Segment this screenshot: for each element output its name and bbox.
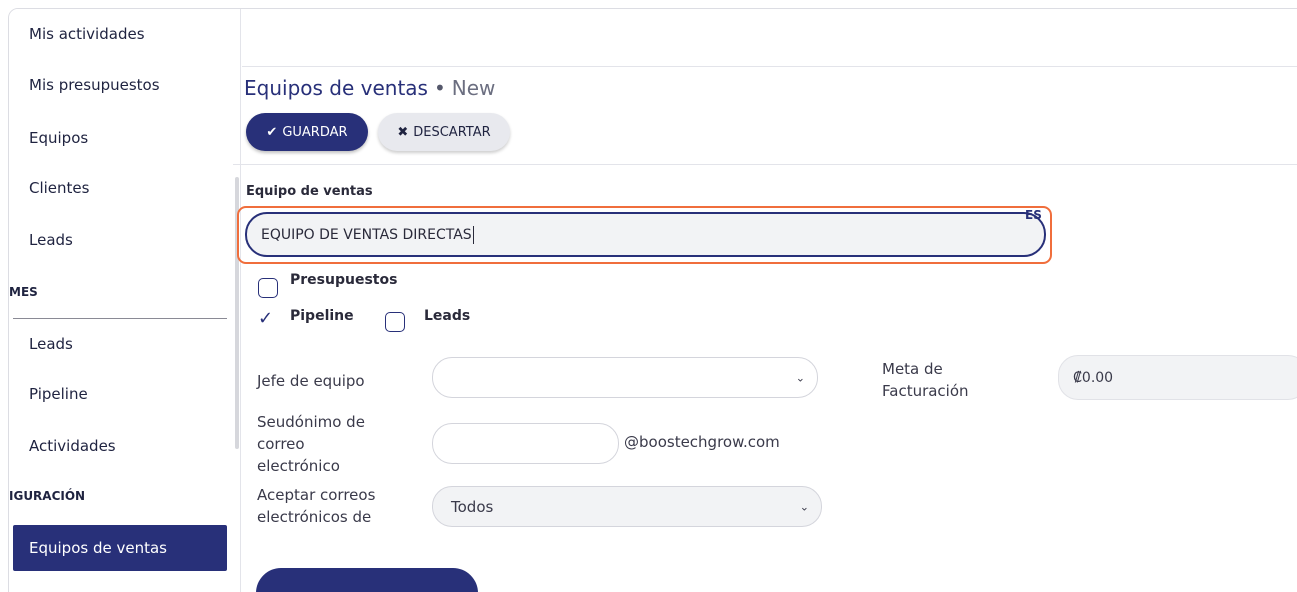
sidebar-item-actividades[interactable]: Actividades bbox=[13, 423, 227, 469]
breadcrumb-current: New bbox=[451, 76, 496, 100]
sidebar-item-leads-report[interactable]: Leads bbox=[13, 321, 227, 367]
breadcrumb: Equipos de ventas • New bbox=[244, 76, 495, 100]
sidebar-item-pipeline[interactable]: Pipeline bbox=[13, 371, 227, 417]
sidebar-item-leads[interactable]: Leads bbox=[13, 217, 227, 263]
sidebar-divider bbox=[13, 318, 227, 319]
pipeline-check-icon[interactable]: ✓ bbox=[258, 308, 273, 329]
primary-action-button[interactable] bbox=[256, 568, 478, 592]
language-tag[interactable]: ES bbox=[1025, 208, 1042, 222]
breadcrumb-separator: • bbox=[433, 76, 446, 100]
presupuestos-checkbox[interactable] bbox=[258, 278, 278, 298]
sidebar-section-configuracion: IGURACIÓN bbox=[9, 489, 86, 503]
team-name-input[interactable]: EQUIPO DE VENTAS DIRECTAS bbox=[245, 212, 1046, 257]
presupuestos-label: Presupuestos bbox=[290, 272, 398, 288]
header-divider bbox=[233, 164, 1297, 165]
team-leader-select[interactable]: ⌄ bbox=[432, 357, 818, 398]
team-leader-label: Jefe de equipo bbox=[257, 372, 365, 390]
accept-emails-label: Aceptar correos electrónicos de bbox=[257, 486, 376, 526]
email-domain-suffix: @boostechgrow.com bbox=[624, 433, 780, 451]
invoicing-target-label: Meta de Facturación bbox=[882, 360, 969, 400]
text-caret bbox=[472, 225, 474, 244]
breadcrumb-equipos-de-ventas[interactable]: Equipos de ventas bbox=[244, 76, 428, 100]
sidebar-item-equipos[interactable]: Equipos bbox=[13, 115, 227, 161]
sidebar-item-clientes[interactable]: Clientes bbox=[13, 165, 227, 211]
top-bar bbox=[242, 9, 1297, 67]
sidebar-section-informes: MES bbox=[9, 285, 38, 299]
accept-emails-select[interactable]: Todos ⌄ bbox=[432, 486, 822, 527]
chevron-down-icon: ⌄ bbox=[799, 500, 809, 513]
sidebar-item-mis-actividades[interactable]: Mis actividades bbox=[13, 11, 227, 57]
leads-checkbox[interactable] bbox=[385, 312, 405, 332]
check-icon: ✔ bbox=[266, 124, 278, 140]
chevron-down-icon: ⌄ bbox=[795, 371, 805, 384]
email-alias-input[interactable] bbox=[432, 423, 619, 464]
team-name-label: Equipo de ventas bbox=[246, 184, 373, 199]
leads-label: Leads bbox=[424, 308, 471, 324]
close-icon: ✖ bbox=[397, 124, 409, 140]
sidebar-item-equipos-de-ventas[interactable]: Equipos de ventas bbox=[13, 525, 227, 571]
discard-button[interactable]: ✖ DESCARTAR bbox=[378, 113, 510, 151]
email-alias-label: Seudónimo de correo electrónico bbox=[257, 413, 365, 475]
invoicing-target-input[interactable]: ₡0.00 bbox=[1058, 355, 1297, 400]
save-button[interactable]: ✔ GUARDAR bbox=[246, 113, 368, 151]
sidebar-item-mis-presupuestos[interactable]: Mis presupuestos bbox=[13, 62, 227, 108]
pipeline-label: Pipeline bbox=[290, 308, 354, 324]
sidebar: Mis actividades Mis presupuestos Equipos… bbox=[9, 9, 241, 592]
